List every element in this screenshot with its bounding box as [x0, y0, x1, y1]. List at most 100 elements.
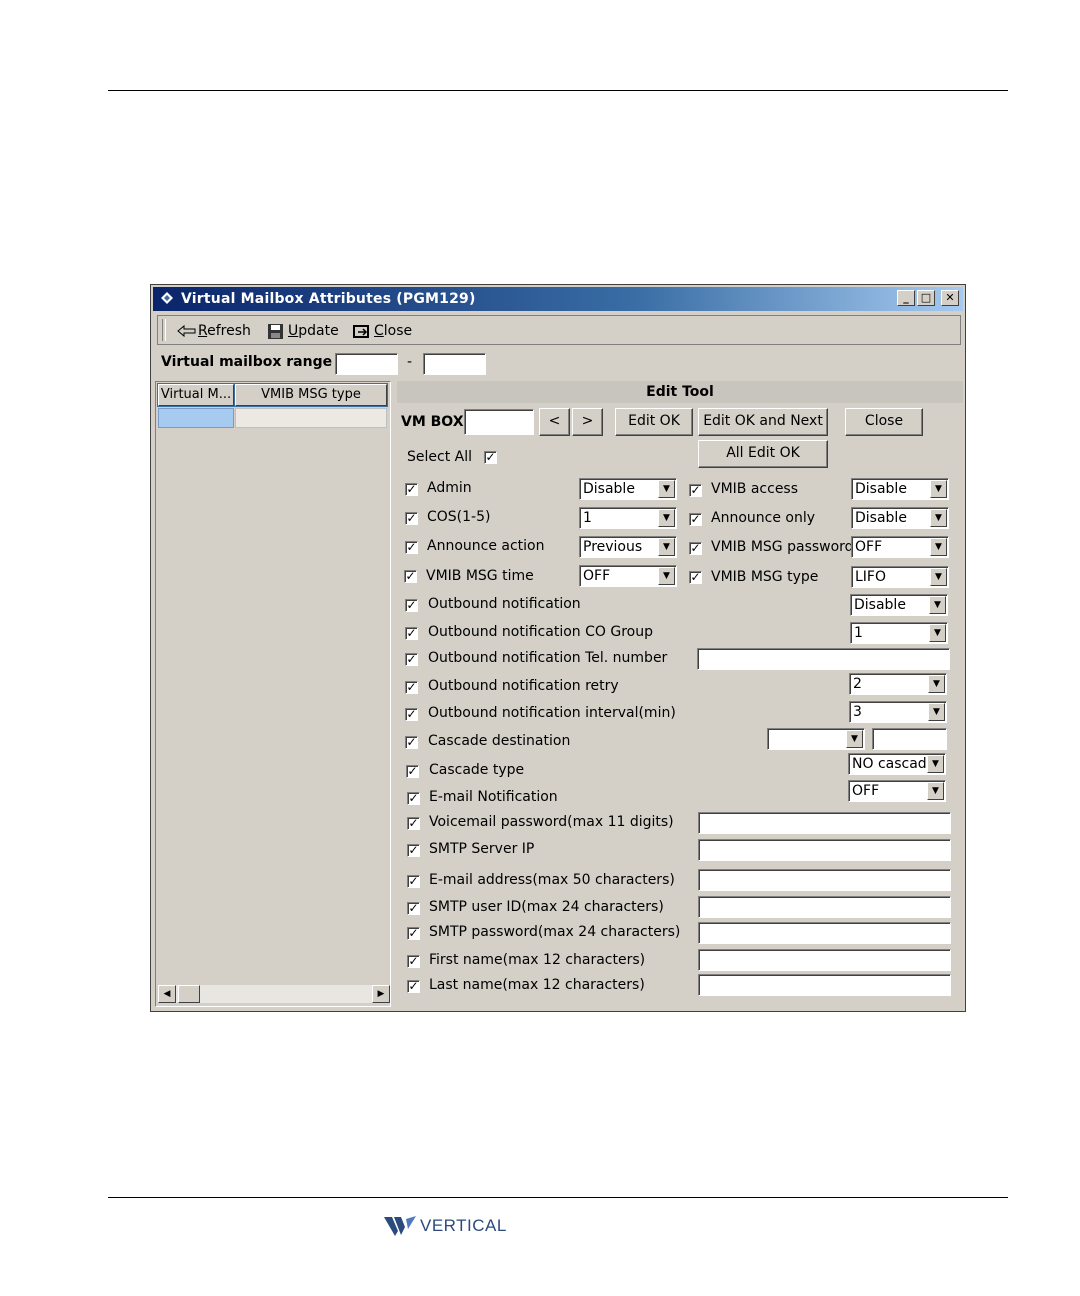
close-window-button[interactable]: ✕: [941, 290, 959, 306]
cascade-destination-label: Cascade destination: [428, 733, 571, 749]
email-notification-checkbox[interactable]: ✓: [407, 792, 420, 805]
voicemail-password-input[interactable]: [698, 812, 951, 834]
vmib-msg-password-checkbox[interactable]: ✓: [689, 542, 702, 555]
last-name-checkbox[interactable]: ✓: [407, 980, 420, 993]
announce-only-select[interactable]: Disable ▼: [851, 507, 949, 529]
outbound-interval-checkbox[interactable]: ✓: [405, 708, 418, 721]
outbound-tel-number-input[interactable]: [697, 648, 950, 670]
vmib-msg-password-label: VMIB MSG password: [711, 539, 854, 555]
cos-select[interactable]: 1 ▼: [579, 507, 677, 529]
scroll-left-button[interactable]: ◀: [158, 985, 176, 1003]
vmib-msg-time-select[interactable]: OFF ▼: [579, 565, 677, 587]
scroll-thumb[interactable]: [178, 985, 200, 1003]
maximize-button[interactable]: □: [917, 290, 935, 306]
range-from-input[interactable]: [335, 353, 398, 375]
close-button[interactable]: Close: [845, 408, 923, 436]
list-row-cell[interactable]: [235, 408, 387, 428]
column-header-virtual-mailbox[interactable]: Virtual M...: [157, 383, 235, 407]
dropdown-arrow-icon: ▼: [930, 480, 947, 498]
update-floppy-icon: [268, 324, 283, 339]
dropdown-arrow-icon: ▼: [927, 755, 944, 773]
voicemail-password-checkbox[interactable]: ✓: [407, 817, 420, 830]
mailbox-range-label: Virtual mailbox range: [161, 354, 333, 370]
first-name-input[interactable]: [698, 949, 951, 971]
vmib-access-checkbox[interactable]: ✓: [689, 484, 702, 497]
outbound-tel-number-checkbox[interactable]: ✓: [405, 653, 418, 666]
dropdown-arrow-icon: ▼: [930, 568, 947, 586]
email-notification-select[interactable]: OFF ▼: [848, 780, 946, 802]
header-rule: [108, 90, 1008, 91]
last-name-label: Last name(max 12 characters): [429, 977, 645, 993]
admin-select[interactable]: Disable ▼: [579, 478, 677, 500]
edit-ok-and-next-button[interactable]: Edit OK and Next: [698, 408, 828, 436]
edit-ok-button[interactable]: Edit OK: [615, 408, 693, 436]
vmib-msg-type-select[interactable]: LIFO ▼: [851, 566, 949, 588]
all-edit-ok-button[interactable]: All Edit OK: [698, 440, 828, 468]
list-row-cell-selected[interactable]: [158, 408, 234, 428]
smtp-password-input[interactable]: [698, 922, 951, 944]
vmib-msg-password-select[interactable]: OFF ▼: [851, 536, 949, 558]
outbound-co-group-select[interactable]: 1 ▼: [850, 622, 948, 644]
dropdown-arrow-icon: ▼: [658, 480, 675, 498]
dropdown-arrow-icon: ▼: [927, 782, 944, 800]
smtp-password-label: SMTP password(max 24 characters): [429, 924, 681, 940]
outbound-retry-label: Outbound notification retry: [428, 678, 619, 694]
toolbar-grip: [162, 319, 166, 341]
column-header-vmib-msg-type[interactable]: VMIB MSG type: [234, 383, 388, 407]
cascade-destination-checkbox[interactable]: ✓: [405, 736, 418, 749]
dropdown-arrow-icon: ▼: [658, 538, 675, 556]
dropdown-arrow-icon: ▼: [930, 538, 947, 556]
announce-only-checkbox[interactable]: ✓: [689, 513, 702, 526]
cascade-destination-select[interactable]: ▼: [767, 728, 865, 750]
smtp-user-id-checkbox[interactable]: ✓: [407, 902, 420, 915]
smtp-server-ip-input[interactable]: [698, 839, 951, 861]
vmib-msg-type-checkbox[interactable]: ✓: [689, 571, 702, 584]
previous-button[interactable]: <: [539, 408, 570, 436]
outbound-notification-select[interactable]: Disable ▼: [850, 594, 948, 616]
vmib-access-label: VMIB access: [711, 481, 799, 497]
scroll-right-button[interactable]: ▶: [372, 985, 390, 1003]
title-bar[interactable]: Virtual Mailbox Attributes (PGM129) _ □ …: [153, 287, 963, 311]
vm-box-input[interactable]: [464, 409, 534, 435]
last-name-input[interactable]: [698, 974, 951, 996]
smtp-password-checkbox[interactable]: ✓: [407, 927, 420, 940]
email-address-input[interactable]: [698, 869, 951, 891]
close-toolbar-button[interactable]: Close: [352, 322, 412, 340]
update-button[interactable]: Update: [266, 322, 339, 340]
dropdown-arrow-icon: ▼: [846, 730, 863, 748]
refresh-button[interactable]: Refresh: [176, 322, 251, 340]
mailbox-list[interactable]: Virtual M... VMIB MSG type ◀ ▶: [155, 381, 391, 1007]
first-name-checkbox[interactable]: ✓: [407, 955, 420, 968]
email-address-checkbox[interactable]: ✓: [407, 875, 420, 888]
admin-checkbox[interactable]: ✓: [405, 483, 418, 496]
outbound-co-group-checkbox[interactable]: ✓: [405, 627, 418, 640]
smtp-server-ip-checkbox[interactable]: ✓: [407, 844, 420, 857]
smtp-user-id-input[interactable]: [698, 896, 951, 918]
outbound-retry-checkbox[interactable]: ✓: [405, 681, 418, 694]
next-button[interactable]: >: [572, 408, 603, 436]
outbound-retry-select[interactable]: 2 ▼: [849, 673, 947, 695]
cascade-destination-input[interactable]: [872, 728, 947, 750]
refresh-arrow-icon: [177, 324, 196, 338]
select-all-checkbox[interactable]: ✓: [484, 451, 497, 464]
cos-label: COS(1-5): [427, 509, 491, 525]
range-to-input[interactable]: [423, 353, 486, 375]
outbound-notification-checkbox[interactable]: ✓: [405, 599, 418, 612]
vmib-access-select[interactable]: Disable ▼: [851, 478, 949, 500]
outbound-co-group-label: Outbound notification CO Group: [428, 624, 653, 640]
announce-action-select[interactable]: Previous ▼: [579, 536, 677, 558]
horizontal-scrollbar[interactable]: ◀ ▶: [158, 985, 390, 1003]
cascade-type-select[interactable]: NO cascadi ▼: [848, 753, 946, 775]
smtp-server-ip-label: SMTP Server IP: [429, 841, 535, 857]
edit-tool-heading: Edit Tool: [397, 381, 963, 403]
minimize-button[interactable]: _: [897, 290, 915, 306]
outbound-interval-select[interactable]: 3 ▼: [849, 701, 947, 723]
voicemail-password-label: Voicemail password(max 11 digits): [429, 814, 674, 830]
close-label: Close: [374, 323, 413, 339]
cos-checkbox[interactable]: ✓: [405, 512, 418, 525]
vmib-msg-time-checkbox[interactable]: ✓: [404, 570, 417, 583]
cascade-type-checkbox[interactable]: ✓: [406, 765, 419, 778]
dropdown-arrow-icon: ▼: [658, 509, 675, 527]
window-diamond-icon: [161, 292, 173, 304]
announce-action-checkbox[interactable]: ✓: [405, 541, 418, 554]
